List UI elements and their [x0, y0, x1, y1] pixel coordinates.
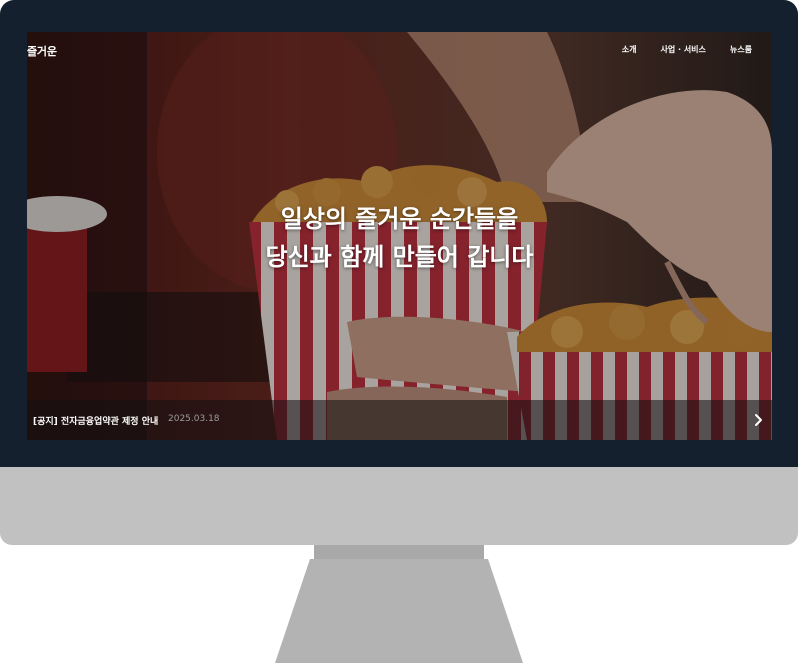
site-logo[interactable]: 즐거운	[27, 43, 57, 59]
hero-line-2: 당신과 함께 만들어 갑니다	[265, 243, 534, 271]
top-navigation: 즐거운 소개 사업 · 서비스 뉴스룸	[27, 32, 772, 68]
nav-menu: 소개 사업 · 서비스 뉴스룸	[622, 44, 752, 55]
hero-headline: 일상의 즐거운 순간들을 당신과 함께 만들어 갑니다	[27, 200, 772, 276]
nav-item-about[interactable]: 소개	[622, 44, 637, 55]
monitor-neck	[314, 545, 484, 559]
hero-line-1: 일상의 즐거운 순간들을	[280, 205, 519, 233]
screen: 즐거운 소개 사업 · 서비스 뉴스룸 일상의 즐거운 순간들을 당신과 함께 …	[27, 32, 772, 440]
nav-item-newsroom[interactable]: 뉴스룸	[730, 44, 752, 55]
notice-title-link[interactable]: [공지] 전자금융업약관 제정 안내	[33, 414, 158, 427]
notice-date: 2025.03.18	[168, 414, 220, 424]
chevron-right-icon[interactable]	[750, 412, 766, 428]
nav-item-business-services[interactable]: 사업 · 서비스	[660, 44, 705, 55]
notice-bar: [공지] 전자금융업약관 제정 안내 2025.03.18	[27, 400, 772, 440]
